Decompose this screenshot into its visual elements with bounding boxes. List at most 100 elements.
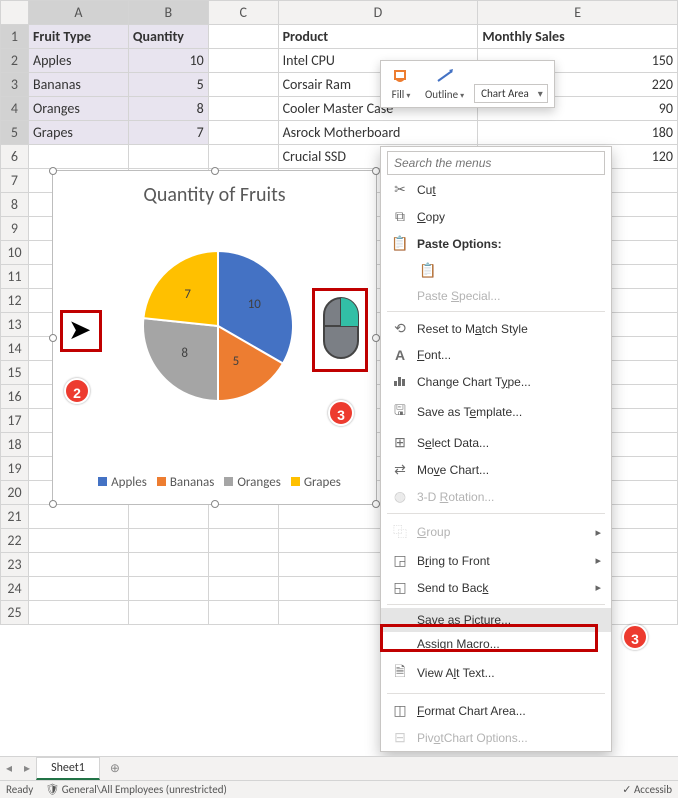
- cell-C2[interactable]: [208, 49, 278, 73]
- col-header-D[interactable]: D: [278, 1, 478, 25]
- cell-C6[interactable]: [208, 145, 278, 169]
- row-header-19[interactable]: 19: [1, 457, 29, 481]
- cell-D5[interactable]: Asrock Motherboard: [278, 121, 478, 145]
- legend-item-oranges[interactable]: Oranges: [237, 475, 281, 490]
- add-sheet-button[interactable]: ⊕: [100, 761, 130, 776]
- row-header-3[interactable]: 3: [1, 73, 29, 97]
- col-header-E[interactable]: E: [478, 1, 678, 25]
- cell-E1[interactable]: Monthly Sales: [478, 25, 678, 49]
- row-header-10[interactable]: 10: [1, 241, 29, 265]
- row-header-1[interactable]: 1: [1, 25, 29, 49]
- legend-item-bananas[interactable]: Bananas: [170, 475, 215, 490]
- sheet-tab[interactable]: Sheet1: [36, 757, 100, 780]
- row-header-17[interactable]: 17: [1, 409, 29, 433]
- row-header-23[interactable]: 23: [1, 553, 29, 577]
- cell-A21[interactable]: [28, 505, 128, 529]
- cell-B4[interactable]: 8: [128, 97, 208, 121]
- row-header-5[interactable]: 5: [1, 121, 29, 145]
- cell-D1[interactable]: Product: [278, 25, 478, 49]
- cell-C24[interactable]: [208, 577, 278, 601]
- row-header-9[interactable]: 9: [1, 217, 29, 241]
- row-header-16[interactable]: 16: [1, 385, 29, 409]
- row-header-11[interactable]: 11: [1, 265, 29, 289]
- cell-C23[interactable]: [208, 553, 278, 577]
- cell-B6[interactable]: [128, 145, 208, 169]
- row-header-14[interactable]: 14: [1, 337, 29, 361]
- menu-save-template[interactable]: 🖫 Save as Template...: [381, 395, 611, 429]
- menu-select-data[interactable]: ⊞ Select Data...: [381, 429, 611, 456]
- menu-copy[interactable]: ⧉ Copy: [381, 203, 611, 230]
- menu-reset-style[interactable]: ⟲ Reset to Match Style: [381, 315, 611, 342]
- menu-change-chart-type[interactable]: Change Chart Type...: [381, 368, 611, 395]
- cell-A2[interactable]: Apples: [28, 49, 128, 73]
- col-header-C[interactable]: C: [208, 1, 278, 25]
- cell-B3[interactable]: 5: [128, 73, 208, 97]
- menu-bring-front[interactable]: ◲ Bring to Front: [381, 547, 611, 574]
- row-header-25[interactable]: 25: [1, 601, 29, 625]
- tab-nav-next[interactable]: ▸: [18, 761, 36, 776]
- cell-C1[interactable]: [208, 25, 278, 49]
- cell-A6[interactable]: [28, 145, 128, 169]
- row-header-24[interactable]: 24: [1, 577, 29, 601]
- fill-button[interactable]: Fill: [387, 65, 415, 103]
- menu-cut[interactable]: ✂ Cut: [381, 176, 611, 203]
- chart-title[interactable]: Quantity of Fruits: [53, 171, 376, 215]
- chart-element-dropdown[interactable]: Chart Area: [474, 84, 548, 103]
- legend-item-apples[interactable]: Apples: [111, 475, 147, 490]
- cell-C4[interactable]: [208, 97, 278, 121]
- cell-C3[interactable]: [208, 73, 278, 97]
- menu-send-back[interactable]: ◱ Send to Back: [381, 574, 611, 601]
- row-header-13[interactable]: 13: [1, 313, 29, 337]
- cell-A3[interactable]: Bananas: [28, 73, 128, 97]
- cell-A25[interactable]: [28, 601, 128, 625]
- row-header-22[interactable]: 22: [1, 529, 29, 553]
- cell-C25[interactable]: [208, 601, 278, 625]
- row-header-4[interactable]: 4: [1, 97, 29, 121]
- cell-B21[interactable]: [128, 505, 208, 529]
- menu-search-input[interactable]: [388, 152, 604, 174]
- cell-B25[interactable]: [128, 601, 208, 625]
- outline-button[interactable]: Outline: [421, 65, 468, 103]
- menu-format-chart-area[interactable]: ◫ Format Chart Area...: [381, 697, 611, 724]
- cell-B22[interactable]: [128, 529, 208, 553]
- chart-legend[interactable]: Apples Bananas Oranges Grapes: [53, 475, 376, 490]
- cell-C22[interactable]: [208, 529, 278, 553]
- cell-B2[interactable]: 10: [128, 49, 208, 73]
- cell-E5[interactable]: 180: [478, 121, 678, 145]
- cell-A4[interactable]: Oranges: [28, 97, 128, 121]
- row-header-8[interactable]: 8: [1, 193, 29, 217]
- cell-B24[interactable]: [128, 577, 208, 601]
- cell-A5[interactable]: Grapes: [28, 121, 128, 145]
- cell-C21[interactable]: [208, 505, 278, 529]
- row-header-20[interactable]: 20: [1, 481, 29, 505]
- menu-move-chart[interactable]: ⇄ Move Chart...: [381, 456, 611, 483]
- tab-nav-prev[interactable]: ◂: [0, 761, 18, 776]
- menu-assign-macro[interactable]: Assign Macro...: [381, 632, 611, 656]
- row-header-18[interactable]: 18: [1, 433, 29, 457]
- row-header-2[interactable]: 2: [1, 49, 29, 73]
- menu-font[interactable]: A Font...: [381, 342, 611, 368]
- col-header-B[interactable]: B: [128, 1, 208, 25]
- menu-save-as-picture[interactable]: Save as Picture...: [381, 608, 611, 632]
- cell-A24[interactable]: [28, 577, 128, 601]
- status-accessibility[interactable]: ✓ Accessib: [622, 783, 672, 796]
- menu-search[interactable]: [387, 151, 605, 175]
- pie-chart[interactable]: [138, 246, 298, 406]
- row-header-6[interactable]: 6: [1, 145, 29, 169]
- menu-alt-text[interactable]: 🗎 View Alt Text...: [381, 656, 611, 690]
- cell-B1[interactable]: Quantity: [128, 25, 208, 49]
- col-header-A[interactable]: A: [28, 1, 128, 25]
- cell-B5[interactable]: 7: [128, 121, 208, 145]
- cell-A23[interactable]: [28, 553, 128, 577]
- row-header-15[interactable]: 15: [1, 361, 29, 385]
- legend-item-grapes[interactable]: Grapes: [304, 475, 341, 490]
- cell-A1[interactable]: Fruit Type: [28, 25, 128, 49]
- cell-A22[interactable]: [28, 529, 128, 553]
- row-header-21[interactable]: 21: [1, 505, 29, 529]
- row-header-12[interactable]: 12: [1, 289, 29, 313]
- select-all-corner[interactable]: [1, 1, 29, 25]
- pie-label-Grapes: 7: [184, 287, 191, 302]
- row-header-7[interactable]: 7: [1, 169, 29, 193]
- cell-C5[interactable]: [208, 121, 278, 145]
- cell-B23[interactable]: [128, 553, 208, 577]
